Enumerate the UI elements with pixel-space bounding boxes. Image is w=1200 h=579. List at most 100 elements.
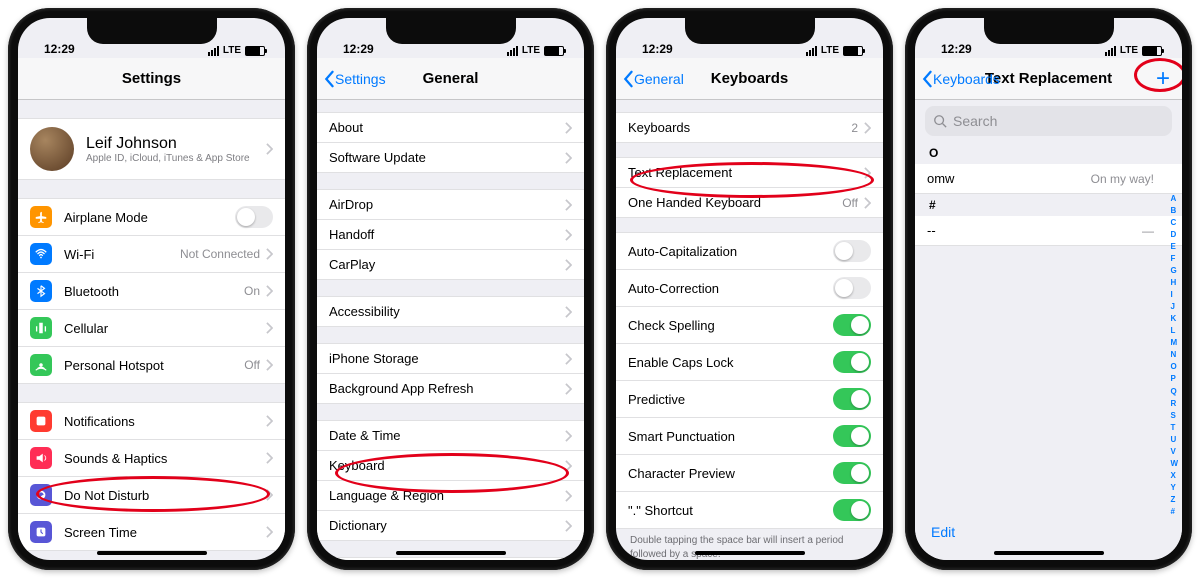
general-cell-about[interactable]: About xyxy=(317,112,584,143)
cell-label: Personal Hotspot xyxy=(64,358,244,373)
general-cell-software-update[interactable]: Software Update xyxy=(317,143,584,173)
section-index[interactable]: ABCDEFGHIJKLMNOPQRSTUVWXYZ # xyxy=(1168,190,1180,520)
index-Q[interactable]: Q xyxy=(1170,387,1178,396)
back-label: General xyxy=(634,71,684,87)
settings-cell-cellular[interactable]: Cellular xyxy=(18,310,285,347)
back-label: Settings xyxy=(335,71,386,87)
toggle[interactable] xyxy=(235,206,273,228)
signal-icon xyxy=(1105,46,1116,56)
cell-label: One Handed Keyboard xyxy=(628,195,842,210)
index-Y[interactable]: Y xyxy=(1170,483,1178,492)
index-O[interactable]: O xyxy=(1170,362,1178,371)
index-F[interactable]: F xyxy=(1170,254,1178,263)
toggle[interactable] xyxy=(833,499,871,521)
toggle[interactable] xyxy=(833,277,871,299)
profile-sub: Apple ID, iCloud, iTunes & App Store xyxy=(86,153,250,164)
settings-cell-screen-time[interactable]: Screen Time xyxy=(18,514,285,551)
index-V[interactable]: V xyxy=(1170,447,1178,456)
navbar: Settings xyxy=(18,58,285,100)
general-cell-date-time[interactable]: Date & Time xyxy=(317,420,584,451)
cell-label: Cellular xyxy=(64,321,266,336)
keyboard-cell-one-handed-keyboard[interactable]: One Handed KeyboardOff xyxy=(616,188,883,218)
index-#[interactable]: # xyxy=(1170,507,1178,516)
replacement-row[interactable]: omw On my way! xyxy=(915,164,1182,194)
settings-cell-do-not-disturb[interactable]: Do Not Disturb xyxy=(18,477,285,514)
battery-icon xyxy=(843,46,863,56)
cell-value: 2 xyxy=(851,121,858,135)
back-button[interactable]: Keyboards xyxy=(921,70,1000,88)
keyboard-switch-predictive[interactable]: Predictive xyxy=(616,381,883,418)
search-icon xyxy=(933,114,947,128)
general-cell-airdrop[interactable]: AirDrop xyxy=(317,189,584,220)
index-W[interactable]: W xyxy=(1170,459,1178,468)
index-D[interactable]: D xyxy=(1170,230,1178,239)
general-cell-handoff[interactable]: Handoff xyxy=(317,220,584,250)
index-G[interactable]: G xyxy=(1170,266,1178,275)
keyboard-switch-auto-correction[interactable]: Auto-Correction xyxy=(616,270,883,307)
index-E[interactable]: E xyxy=(1170,242,1178,251)
index-N[interactable]: N xyxy=(1170,350,1178,359)
index-J[interactable]: J xyxy=(1170,302,1178,311)
chevron-right-icon xyxy=(266,452,273,464)
keyboard-switch-character-preview[interactable]: Character Preview xyxy=(616,455,883,492)
keyboard-switch-auto-capitalization[interactable]: Auto-Capitalization xyxy=(616,232,883,270)
index-Z[interactable]: Z xyxy=(1170,495,1178,504)
general-cell-accessibility[interactable]: Accessibility xyxy=(317,296,584,327)
index-H[interactable]: H xyxy=(1170,278,1178,287)
index-U[interactable]: U xyxy=(1170,435,1178,444)
toggle[interactable] xyxy=(833,388,871,410)
index-S[interactable]: S xyxy=(1170,411,1178,420)
general-cell-carplay[interactable]: CarPlay xyxy=(317,250,584,280)
general-cell-keyboard[interactable]: Keyboard xyxy=(317,451,584,481)
general-cell-background-app-refresh[interactable]: Background App Refresh xyxy=(317,374,584,404)
chevron-right-icon xyxy=(565,229,572,241)
keyboard-switch-smart-punctuation[interactable]: Smart Punctuation xyxy=(616,418,883,455)
keyboard-switch-enable-caps-lock[interactable]: Enable Caps Lock xyxy=(616,344,883,381)
add-button[interactable]: + xyxy=(1156,67,1170,91)
index-C[interactable]: C xyxy=(1170,218,1178,227)
keyboard-cell-text-replacement[interactable]: Text Replacement xyxy=(616,157,883,188)
index-X[interactable]: X xyxy=(1170,471,1178,480)
general-cell-dictionary[interactable]: Dictionary xyxy=(317,511,584,541)
index-A[interactable]: A xyxy=(1170,194,1178,203)
index-M[interactable]: M xyxy=(1170,338,1178,347)
toggle[interactable] xyxy=(833,425,871,447)
toggle[interactable] xyxy=(833,314,871,336)
general-cell-iphone-storage[interactable]: iPhone Storage xyxy=(317,343,584,374)
index-K[interactable]: K xyxy=(1170,314,1178,323)
settings-cell-notifications[interactable]: Notifications xyxy=(18,402,285,440)
apple-id-cell[interactable]: Leif Johnson Apple ID, iCloud, iTunes & … xyxy=(18,118,285,180)
cell-label: Notifications xyxy=(64,414,266,429)
toggle[interactable] xyxy=(833,240,871,262)
chevron-right-icon xyxy=(864,167,871,179)
general-cell-itunes-wi-fi-sync[interactable]: iTunes Wi-Fi Sync xyxy=(317,557,584,560)
keyboard-switch--shortcut[interactable]: "." Shortcut xyxy=(616,492,883,529)
settings-cell-sounds-haptics[interactable]: Sounds & Haptics xyxy=(18,440,285,477)
index-P[interactable]: P xyxy=(1170,374,1178,383)
chevron-right-icon xyxy=(565,353,572,365)
search-input[interactable]: Search xyxy=(925,106,1172,136)
settings-cell-wi-fi[interactable]: Wi-FiNot Connected xyxy=(18,236,285,273)
index-T[interactable]: T xyxy=(1170,423,1178,432)
general-cell-language-region[interactable]: Language & Region xyxy=(317,481,584,511)
keyboard-cell-keyboards[interactable]: Keyboards2 xyxy=(616,112,883,143)
index-R[interactable]: R xyxy=(1170,399,1178,408)
keyboard-switch-check-spelling[interactable]: Check Spelling xyxy=(616,307,883,344)
index-L[interactable]: L xyxy=(1170,326,1178,335)
page-title: Settings xyxy=(122,70,181,87)
switch-label: Auto-Correction xyxy=(628,281,833,296)
back-button[interactable]: Settings xyxy=(323,70,386,88)
toggle[interactable] xyxy=(833,351,871,373)
settings-cell-personal-hotspot[interactable]: Personal HotspotOff xyxy=(18,347,285,384)
wifi-icon xyxy=(30,243,52,265)
profile-name: Leif Johnson xyxy=(86,135,250,153)
index-B[interactable]: B xyxy=(1170,206,1178,215)
settings-cell-airplane-mode[interactable]: Airplane Mode xyxy=(18,198,285,236)
section-header-hash: # xyxy=(915,194,1182,216)
toggle[interactable] xyxy=(833,462,871,484)
index-I[interactable]: I xyxy=(1170,290,1178,299)
back-button[interactable]: General xyxy=(622,70,684,88)
settings-cell-bluetooth[interactable]: BluetoothOn xyxy=(18,273,285,310)
edit-button[interactable]: Edit xyxy=(931,524,955,540)
replacement-row[interactable]: -- — xyxy=(915,216,1182,246)
